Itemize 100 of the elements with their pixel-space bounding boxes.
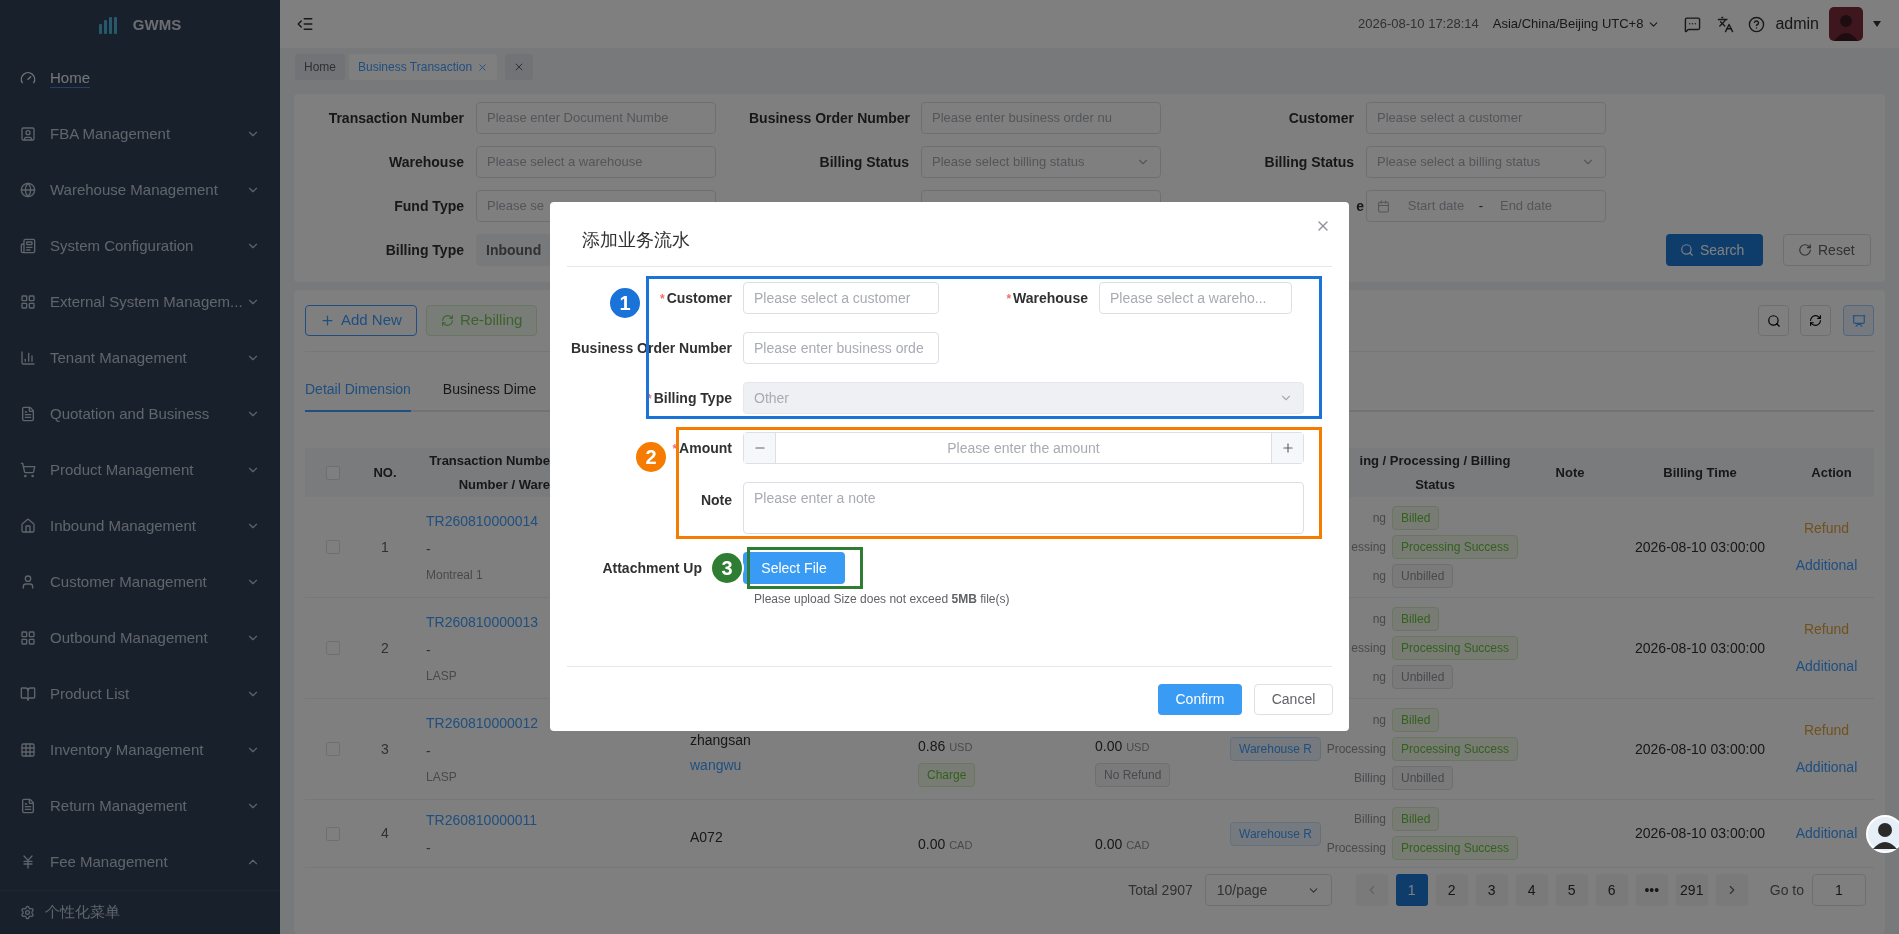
refresh-button[interactable] bbox=[1800, 305, 1831, 336]
bar-chart-icon bbox=[20, 350, 36, 366]
sidebar-item[interactable]: Inventory Management bbox=[0, 722, 280, 778]
action-link[interactable]: Refund bbox=[1803, 619, 1850, 640]
view-tab[interactable]: Business Dime bbox=[442, 379, 537, 412]
sidebar-item[interactable]: Quotation and Business bbox=[0, 386, 280, 442]
transaction-link[interactable]: TR260810000013 bbox=[426, 610, 539, 634]
house-icon bbox=[20, 518, 36, 534]
status-tag: Processing Success bbox=[1392, 535, 1519, 559]
filter-label: Customer bbox=[1288, 110, 1354, 126]
number-field[interactable]: Please enter the amount bbox=[743, 432, 1304, 464]
page-size-select[interactable]: 10/page bbox=[1204, 874, 1332, 906]
transaction-link[interactable]: TR260810000011 bbox=[426, 807, 538, 832]
sidebar-item[interactable]: External System Managem... bbox=[0, 274, 280, 330]
action-link[interactable]: Additional bbox=[1795, 757, 1858, 778]
user-square-icon bbox=[20, 126, 36, 142]
note-field[interactable]: Please enter a note bbox=[743, 482, 1304, 534]
display-button[interactable] bbox=[1843, 305, 1874, 336]
page-button[interactable]: 5 bbox=[1555, 874, 1588, 906]
globe-icon bbox=[20, 182, 36, 198]
table-cell-text: - bbox=[426, 742, 431, 761]
plus-icon bbox=[1280, 441, 1295, 455]
page-button[interactable]: 291 bbox=[1675, 874, 1708, 906]
reset-button[interactable]: Reset bbox=[1783, 234, 1871, 266]
decrease-button[interactable] bbox=[744, 433, 776, 463]
status-tag: Warehouse R bbox=[1230, 737, 1321, 761]
transaction-link[interactable]: TR260810000012 bbox=[426, 711, 539, 735]
table-cell-text: 4 bbox=[381, 824, 389, 843]
status-tag: Charge bbox=[918, 763, 976, 787]
sidebar-item[interactable]: FBA Management bbox=[0, 106, 280, 162]
page-button[interactable]: 6 bbox=[1595, 874, 1628, 906]
action-link[interactable]: Additional bbox=[1795, 555, 1858, 576]
search-icon bbox=[1680, 243, 1694, 257]
next-page-button[interactable] bbox=[1715, 874, 1748, 906]
add-new-button[interactable]: Add New bbox=[305, 305, 417, 336]
grid-icon bbox=[20, 630, 36, 646]
grid-icon bbox=[20, 294, 36, 310]
confirm-button[interactable]: Confirm bbox=[1158, 684, 1242, 715]
page-button[interactable]: ••• bbox=[1635, 874, 1668, 906]
page-button[interactable]: 4 bbox=[1515, 874, 1548, 906]
cancel-button[interactable]: Cancel bbox=[1254, 684, 1333, 715]
action-link[interactable]: Additional bbox=[1795, 656, 1858, 677]
sidebar-item[interactable]: System Configuration bbox=[0, 218, 280, 274]
filter-label: Billing Status bbox=[819, 154, 909, 170]
table-cell-text: 3 bbox=[381, 739, 389, 759]
close-icon[interactable] bbox=[477, 61, 489, 73]
filter-label: e bbox=[1356, 198, 1364, 214]
transaction-link[interactable]: TR260810000014 bbox=[426, 509, 539, 533]
upload-hint: Please upload Size does not exceed 5MB file(s) bbox=[754, 591, 1011, 608]
filter-label: Fund Type bbox=[394, 198, 464, 214]
billing-type-option[interactable]: Inbound bbox=[476, 234, 552, 266]
sidebar-item[interactable]: Customer Management bbox=[0, 554, 280, 610]
help-icon[interactable] bbox=[1748, 15, 1766, 33]
gear-icon bbox=[20, 905, 35, 920]
action-link[interactable]: Refund bbox=[1803, 518, 1850, 539]
customer-link[interactable]: wangwu bbox=[690, 755, 742, 776]
page-button[interactable]: 2 bbox=[1435, 874, 1468, 906]
page-button[interactable]: 1 bbox=[1395, 874, 1428, 906]
goto-page-field[interactable]: 1 bbox=[1812, 874, 1866, 906]
select-file-button[interactable]: Select File bbox=[743, 552, 845, 584]
input-field[interactable]: Please select a customer bbox=[743, 282, 939, 314]
search-button[interactable]: Search bbox=[1666, 234, 1763, 266]
user-name: admin bbox=[1775, 14, 1819, 34]
yen-icon bbox=[20, 854, 36, 870]
page-button[interactable]: 3 bbox=[1475, 874, 1508, 906]
sidebar-item[interactable]: Home bbox=[0, 50, 280, 106]
action-link[interactable]: Refund bbox=[1803, 720, 1850, 741]
status-tag: Processing Success bbox=[1392, 737, 1519, 761]
filter-label: Billing Status bbox=[1264, 154, 1354, 170]
sidebar-item[interactable]: Fee Management bbox=[0, 834, 280, 890]
form-label: *Customer bbox=[659, 290, 732, 306]
sidebar-item[interactable]: Tenant Management bbox=[0, 330, 280, 386]
view-tab[interactable]: Detail Dimension bbox=[305, 379, 411, 412]
input-field[interactable]: Please select a wareho... bbox=[1099, 282, 1292, 314]
sidebar-item[interactable]: Product List bbox=[0, 666, 280, 722]
cart-icon bbox=[20, 462, 36, 478]
sidebar-item[interactable]: Outbound Management bbox=[0, 610, 280, 666]
menu-icon[interactable] bbox=[296, 15, 314, 33]
app-logo-text: GWMS bbox=[132, 14, 182, 35]
sidebar-item[interactable]: Warehouse Management bbox=[0, 162, 280, 218]
increase-button[interactable] bbox=[1271, 433, 1303, 463]
input-field[interactable]: Please enter business orde bbox=[743, 332, 939, 364]
translate-icon[interactable] bbox=[1717, 15, 1735, 33]
page-tab[interactable]: Home bbox=[295, 54, 345, 80]
column-header: ing / Processing / Billing Status bbox=[1358, 451, 1511, 494]
close-all-button[interactable] bbox=[505, 54, 534, 80]
sidebar-item[interactable]: Product Management bbox=[0, 442, 280, 498]
search-button[interactable] bbox=[1758, 305, 1789, 336]
status-tag: Billed bbox=[1392, 506, 1440, 530]
dialog-title: 添加业务流水 bbox=[582, 227, 690, 252]
timezone-select[interactable]: Asia/China/Beijing UTC+8 bbox=[1492, 14, 1661, 34]
chat-icon[interactable] bbox=[1684, 15, 1702, 33]
page-tab[interactable]: Business Transaction bbox=[349, 54, 498, 80]
column-header: Transaction Numbe Number / Ware bbox=[428, 451, 550, 494]
status-tag: Warehouse R bbox=[1230, 821, 1321, 846]
action-link[interactable]: Additional bbox=[1795, 823, 1858, 844]
sidebar-item[interactable]: Inbound Management bbox=[0, 498, 280, 554]
custom-menu-label[interactable]: 个性化菜单 bbox=[45, 901, 120, 924]
table-cell-text: A072 bbox=[690, 828, 723, 847]
sidebar-item[interactable]: Return Management bbox=[0, 778, 280, 834]
